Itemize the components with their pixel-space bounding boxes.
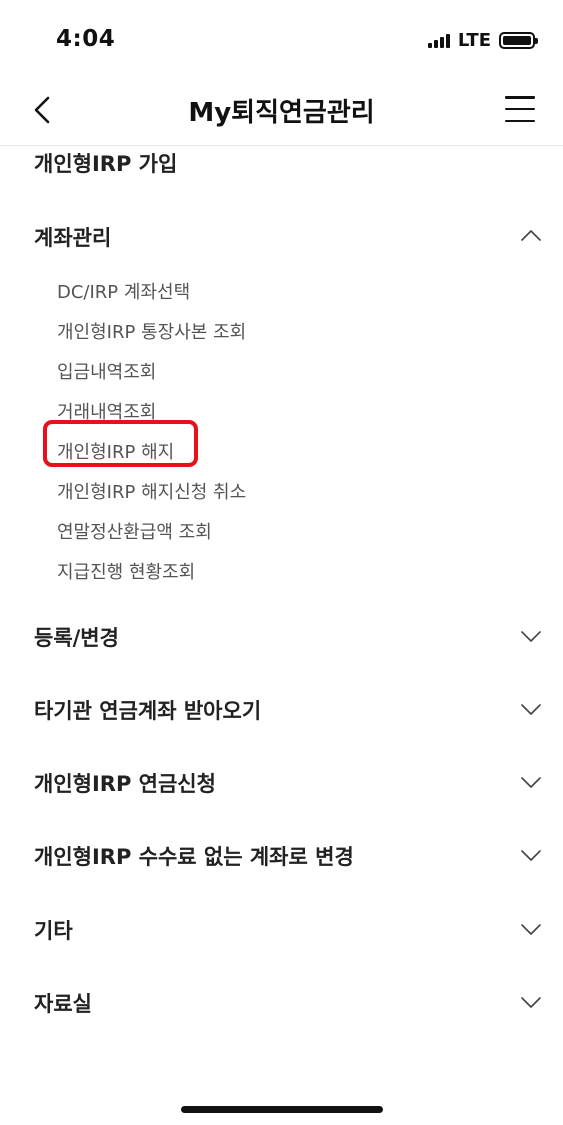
status-bar: 4:04 LTE xyxy=(0,0,563,80)
sub-item-payment-status[interactable]: 지급진행 현황조회 xyxy=(57,558,195,584)
status-indicators: LTE xyxy=(427,30,538,51)
section-register-change[interactable]: 등록/변경 xyxy=(0,618,563,658)
sub-item-irp-termination-cancel[interactable]: 개인형IRP 해지신청 취소 xyxy=(57,478,246,504)
section-archive[interactable]: 자료실 xyxy=(0,984,563,1024)
section-transfer-pension[interactable]: 타기관 연금계좌 받아오기 xyxy=(0,691,563,731)
sub-item-deposit-history[interactable]: 입금내역조회 xyxy=(57,358,156,384)
section-label: 계좌관리 xyxy=(34,226,112,250)
network-label: LTE xyxy=(457,30,491,51)
section-irp-pension-apply[interactable]: 개인형IRP 연금신청 xyxy=(0,764,563,804)
chevron-down-icon xyxy=(521,777,541,788)
chevron-down-icon xyxy=(521,704,541,715)
chevron-up-icon xyxy=(521,230,541,241)
section-label: 등록/변경 xyxy=(34,626,119,650)
section-irp-fee-free-change[interactable]: 개인형IRP 수수료 없는 계좌로 변경 xyxy=(0,837,563,877)
section-label: 타기관 연금계좌 받아오기 xyxy=(34,699,262,723)
chevron-down-icon xyxy=(521,631,541,642)
sub-item-dc-irp-select[interactable]: DC/IRP 계좌선택 xyxy=(57,278,190,304)
section-label: 자료실 xyxy=(34,992,92,1016)
status-time: 4:04 xyxy=(56,26,116,52)
chevron-down-icon xyxy=(521,997,541,1008)
section-account-management[interactable]: 계좌관리 xyxy=(0,218,563,258)
section-label: 개인형IRP 수수료 없는 계좌로 변경 xyxy=(34,845,354,869)
section-label: 기타 xyxy=(34,919,73,943)
battery-icon xyxy=(499,32,538,49)
sub-item-irp-passbook-copy[interactable]: 개인형IRP 통장사본 조회 xyxy=(57,318,246,344)
sub-item-year-end-refund[interactable]: 연말정산환급액 조회 xyxy=(57,518,212,544)
sub-item-irp-termination[interactable]: 개인형IRP 해지 xyxy=(57,438,174,464)
page-title: My퇴직연금관리 xyxy=(188,98,375,128)
menu-item-irp-join[interactable]: 개인형IRP 가입 xyxy=(34,148,177,178)
app-header: My퇴직연금관리 xyxy=(0,80,563,146)
chevron-down-icon xyxy=(521,850,541,861)
home-indicator xyxy=(181,1106,383,1113)
section-etc[interactable]: 기타 xyxy=(0,911,563,951)
section-label: 개인형IRP 연금신청 xyxy=(34,772,216,796)
sub-item-transaction-history[interactable]: 거래내역조회 xyxy=(57,398,156,424)
signal-icon xyxy=(427,33,450,48)
hamburger-menu-icon[interactable] xyxy=(505,96,535,122)
chevron-down-icon xyxy=(521,924,541,935)
